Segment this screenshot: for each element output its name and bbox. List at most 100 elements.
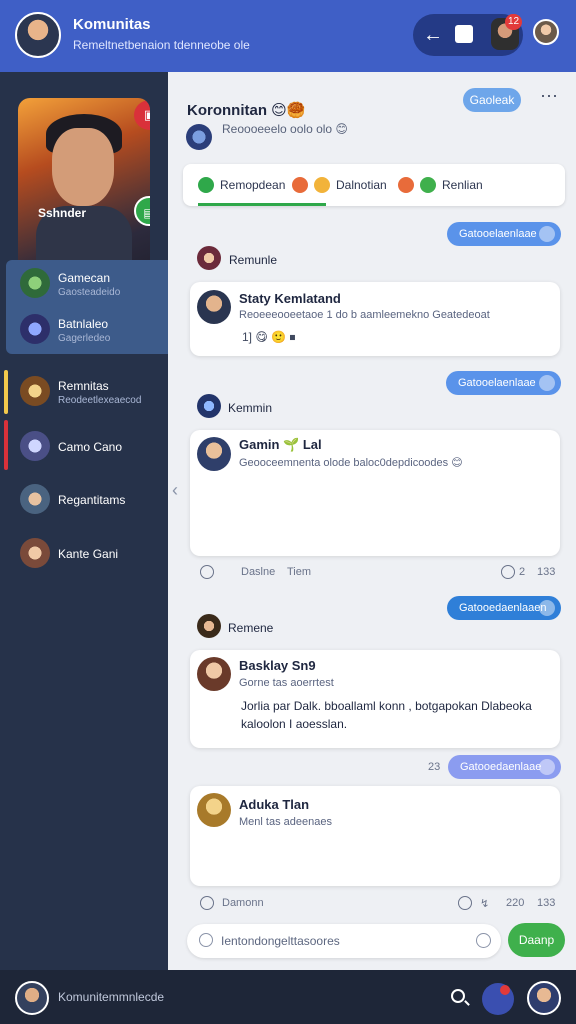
sidebar-item-sub: Reodeetlexeaecod [58,395,142,406]
app-title: Komunitas [73,16,151,33]
sidebar-item-label: Camo Cano [58,440,123,454]
tab-dalnotian[interactable]: Dalnotian [292,164,387,206]
section-avatar [197,394,221,418]
meta-count: 220 [506,897,525,909]
tab-icon [292,177,308,193]
meta-label: Daslne [241,566,276,578]
pill-label: Gatooelaenlaae [459,228,537,240]
section-label: Kemmin [228,401,273,415]
pill-icon [539,600,555,616]
post-text: Gorne tas aoerrtest [239,677,334,689]
collapse-chevron-icon[interactable]: ‹ [172,480,178,501]
emoji-icon [420,177,436,193]
page-subtitle: Reoooeeelo oolo olo 😊 [222,122,348,136]
more-options-icon[interactable]: ··· [538,86,560,108]
tab-icon [398,177,414,193]
tab-label: Renlian [442,178,483,192]
post-author: Aduka Tlan [239,797,310,812]
back-arrow-icon[interactable]: ← [422,24,444,46]
share-icon[interactable]: ↯ [480,897,489,910]
status-pill[interactable]: Gatooelaenlaae [446,371,561,395]
post-body: Jorlia par Dalk. bboallaml konn , botgap… [241,699,532,731]
sidebar-item-label: Regantitams [58,493,126,507]
status-pill[interactable]: Gatooedaenlaaen [447,596,561,620]
profile-avatar[interactable] [15,12,61,58]
post-text: Menl tas adeenaes [239,816,332,828]
sidebar-item-camo-cano[interactable]: Camo Cano [0,425,168,469]
pill-icon [539,226,555,242]
search-icon[interactable] [451,989,465,1003]
user-profile-icon[interactable] [527,981,561,1015]
tab-remopdean[interactable]: Remopdean [198,164,285,206]
tab-icon [198,177,214,193]
pill-label: Gatooedaenlaae [460,761,542,773]
meta-label: Tiem [287,566,312,578]
post-text: Reoeeeooeetaoe 1 do b aamleemekno Geated… [239,309,490,321]
meta-count: 133 [537,566,556,578]
user-avatar[interactable] [533,19,559,45]
post-reactions[interactable]: 1] 😋 🙂 ⏹ [242,330,295,345]
sidebar-avatar [20,376,50,406]
pill-icon [539,375,555,391]
post-text: Geooceemnenta olode baloc0depdicoodes 😊 [239,457,463,469]
post-author: Gamin 🌱 Lal [239,437,322,452]
emoji-icon[interactable] [199,933,213,947]
home-icon[interactable] [455,25,473,43]
pill-label: Gatooedaenlaaen [459,602,547,614]
sidebar-item-label: Kante Gani [58,547,119,561]
notification-badge: 12 [505,14,523,30]
pill-prefix: 23 [428,761,441,773]
sidebar-item-label: Gamecan [58,271,111,285]
app-subtitle: Remeltnetbenaion tdenneobe ole [73,38,250,52]
group-avatar [186,124,212,150]
sidebar-item-label: Batnlaleo [58,317,109,331]
post-avatar [197,437,231,471]
input-placeholder: Ientondongelttasoores [221,934,340,948]
hero-face [52,128,114,206]
sidebar-avatar [20,484,50,514]
notification-dot [500,985,510,995]
pill-icon [539,759,555,775]
tab-label: Dalnotian [336,178,387,192]
meta-label: Damonn [222,897,264,909]
comment-icon[interactable] [200,565,214,579]
sidebar-avatar [20,431,50,461]
sidebar-item-gamecan[interactable]: Gamecan Gaosteadeido [0,262,168,306]
post-avatar [197,793,231,827]
message-input[interactable]: Ientondongelttasoores [187,924,501,958]
sidebar-avatar [20,314,50,344]
send-button[interactable]: Daanp [508,923,565,957]
sidebar-avatar [20,268,50,298]
top-action-button[interactable]: Gaoleak [463,88,521,112]
sidebar-item-remnitas[interactable]: Remnitas Reodeetlexeaecod [0,370,168,414]
section-avatar [197,614,221,638]
attach-icon[interactable] [476,933,491,948]
sidebar-item-kante-gani[interactable]: Kante Gani [0,532,168,576]
post-author: Staty Kemlatand [239,291,341,306]
sidebar-item-batnlaleo[interactable]: Batnlaleo Gagerledeo [0,308,168,352]
status-pill[interactable]: Gatooelaenlaae [447,222,561,246]
emoji-icon [314,177,330,193]
status-pill[interactable]: Gatooedaenlaae [448,755,561,779]
sidebar-item-regantitams[interactable]: Regantitams [0,478,168,522]
comment-icon[interactable] [200,896,214,910]
bottom-text: Komunitemmnlecde [58,990,165,1004]
section-label: Remene [228,621,274,635]
clock-icon [501,565,515,579]
tab-renlian[interactable]: Renlian [398,164,483,206]
chat-icon[interactable]: ▤ [134,196,150,226]
sidebar-item-label: Remnitas [58,379,109,393]
clock-icon [458,896,472,910]
sidebar-item-sub: Gaosteadeido [58,287,121,298]
bottom-avatar[interactable] [15,981,49,1015]
post-avatar [197,290,231,324]
meta-count: 2 [519,566,526,578]
shop-icon[interactable]: ▣ [134,100,150,130]
post-author: Basklay Sn9 [239,658,316,673]
section-avatar [197,246,221,270]
page-title: Koronnitan 😊🥮 [187,102,306,119]
meta-count: 133 [537,897,556,909]
post-avatar [197,657,231,691]
featured-label: Sshnder [38,206,87,220]
sidebar-avatar [20,538,50,568]
